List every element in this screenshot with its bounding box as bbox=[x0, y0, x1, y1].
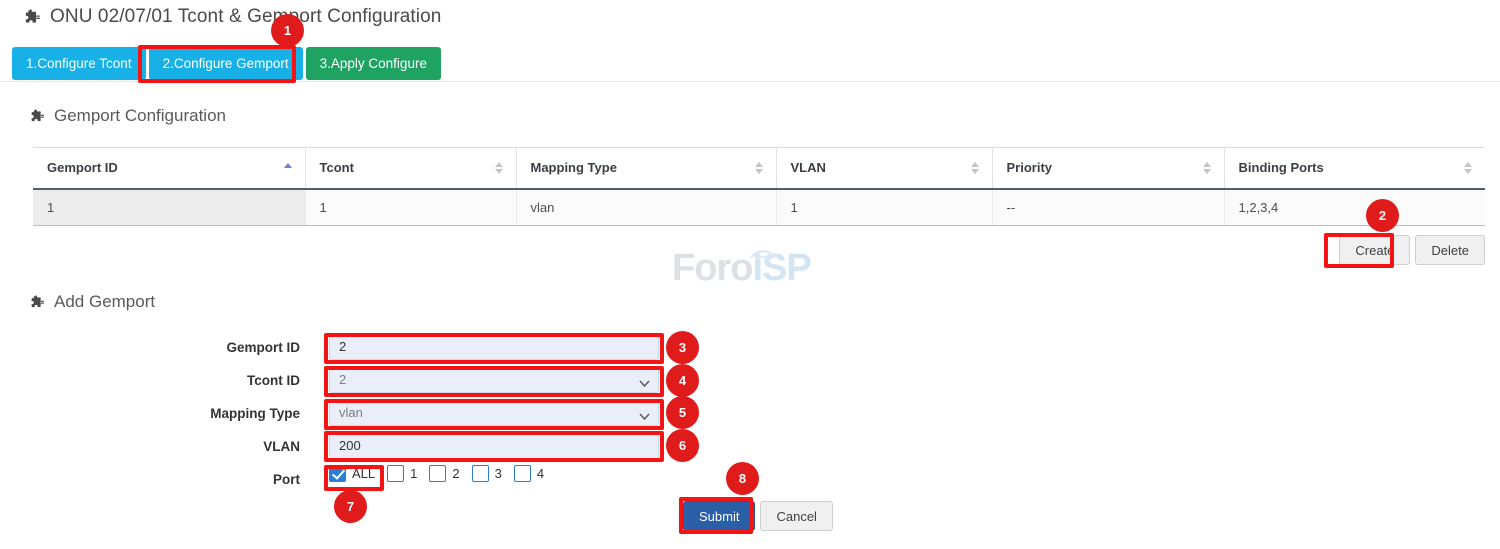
add-gemport-heading: Add Gemport bbox=[30, 292, 155, 312]
column-header-binding-ports[interactable]: Binding Ports bbox=[1224, 148, 1485, 189]
vlan-input[interactable] bbox=[329, 432, 659, 459]
tab-configure-gemport[interactable]: 2.Configure Gemport bbox=[149, 47, 303, 80]
column-header-gemport-id[interactable]: Gemport ID bbox=[33, 148, 305, 189]
form-row-gemport-id: Gemport ID bbox=[0, 333, 1500, 365]
port-4-checkbox[interactable] bbox=[514, 465, 531, 482]
puzzle-piece-icon bbox=[30, 295, 45, 310]
sort-none-icon bbox=[1463, 161, 1473, 175]
sort-none-icon bbox=[970, 161, 980, 175]
table-action-buttons: Create Delete bbox=[1339, 235, 1485, 265]
gemport-table-wrapper: Gemport ID Tcont Mapping Type bbox=[33, 147, 1485, 226]
watermark-foro: Foro bbox=[672, 247, 752, 289]
gemport-id-label: Gemport ID bbox=[0, 333, 300, 363]
add-gemport-heading-text: Add Gemport bbox=[54, 292, 155, 312]
column-header-priority[interactable]: Priority bbox=[992, 148, 1224, 189]
vlan-label: VLAN bbox=[0, 432, 300, 462]
sort-none-icon bbox=[1202, 161, 1212, 175]
puzzle-piece-icon bbox=[30, 109, 45, 124]
gemport-id-input[interactable] bbox=[329, 333, 659, 360]
form-row-port: Port ALL 1 2 3 4 bbox=[0, 465, 1500, 493]
cell-binding-ports: 1,2,3,4 bbox=[1224, 189, 1485, 226]
watermark: ForoISP bbox=[672, 247, 811, 290]
form-buttons: Submit Cancel bbox=[683, 501, 833, 531]
sort-asc-icon bbox=[283, 161, 293, 175]
port-3-checkbox[interactable] bbox=[472, 465, 489, 482]
cancel-button[interactable]: Cancel bbox=[760, 501, 832, 531]
mapping-type-select[interactable]: vlan bbox=[329, 399, 659, 426]
create-button[interactable]: Create bbox=[1339, 235, 1410, 265]
puzzle-piece-icon bbox=[24, 9, 41, 26]
port-1-label: 1 bbox=[410, 466, 417, 481]
cell-mapping-type: vlan bbox=[516, 189, 776, 226]
port-2-checkbox[interactable] bbox=[429, 465, 446, 482]
port-2-label: 2 bbox=[452, 466, 459, 481]
page-title-text: ONU 02/07/01 Tcont & Gemport Configurati… bbox=[50, 6, 441, 28]
column-label: Gemport ID bbox=[47, 160, 118, 175]
cell-gemport-id: 1 bbox=[33, 189, 305, 226]
column-label: Mapping Type bbox=[531, 160, 617, 175]
form-row-tcont-id: Tcont ID 2 bbox=[0, 366, 1500, 398]
gemport-configuration-heading: Gemport Configuration bbox=[30, 106, 226, 126]
tcont-id-select[interactable]: 2 bbox=[329, 366, 659, 393]
column-header-tcont[interactable]: Tcont bbox=[305, 148, 516, 189]
cell-vlan: 1 bbox=[776, 189, 992, 226]
cell-priority: -- bbox=[992, 189, 1224, 226]
sort-none-icon bbox=[754, 161, 764, 175]
table-row[interactable]: 1 1 vlan 1 -- 1,2,3,4 bbox=[33, 189, 1485, 226]
add-gemport-form: Gemport ID Tcont ID 2 Mapping Type bbox=[0, 333, 1500, 493]
port-all-checkbox[interactable] bbox=[329, 465, 346, 482]
port-3-label: 3 bbox=[495, 466, 502, 481]
submit-button[interactable]: Submit bbox=[683, 501, 755, 531]
port-4-label: 4 bbox=[537, 466, 544, 481]
column-label: Binding Ports bbox=[1239, 160, 1324, 175]
watermark-wifi-arc-icon bbox=[748, 245, 778, 266]
gemport-configuration-heading-text: Gemport Configuration bbox=[54, 106, 226, 126]
page-root: ONU 02/07/01 Tcont & Gemport Configurati… bbox=[0, 0, 1500, 549]
tab-configure-tcont[interactable]: 1.Configure Tcont bbox=[12, 47, 146, 80]
table-header-row: Gemport ID Tcont Mapping Type bbox=[33, 148, 1485, 189]
column-label: VLAN bbox=[791, 160, 826, 175]
form-row-vlan: VLAN bbox=[0, 432, 1500, 464]
annotation-badge-7: 7 bbox=[334, 490, 367, 523]
column-header-mapping-type[interactable]: Mapping Type bbox=[516, 148, 776, 189]
port-checkbox-group: ALL 1 2 3 4 bbox=[329, 465, 553, 482]
tcont-id-label: Tcont ID bbox=[0, 366, 300, 396]
tab-apply-configure[interactable]: 3.Apply Configure bbox=[306, 47, 441, 80]
port-all-label: ALL bbox=[352, 466, 375, 481]
port-1-checkbox[interactable] bbox=[387, 465, 404, 482]
delete-button[interactable]: Delete bbox=[1415, 235, 1485, 265]
port-label: Port bbox=[0, 465, 300, 495]
cell-tcont: 1 bbox=[305, 189, 516, 226]
form-row-mapping-type: Mapping Type vlan bbox=[0, 399, 1500, 431]
sort-none-icon bbox=[494, 161, 504, 175]
page-title: ONU 02/07/01 Tcont & Gemport Configurati… bbox=[24, 6, 441, 28]
mapping-type-label: Mapping Type bbox=[0, 399, 300, 429]
column-label: Tcont bbox=[320, 160, 354, 175]
tab-bar: 1.Configure Tcont 2.Configure Gemport 3.… bbox=[12, 47, 441, 80]
column-label: Priority bbox=[1007, 160, 1053, 175]
tabbar-divider bbox=[0, 81, 1500, 82]
column-header-vlan[interactable]: VLAN bbox=[776, 148, 992, 189]
gemport-table: Gemport ID Tcont Mapping Type bbox=[33, 147, 1485, 226]
